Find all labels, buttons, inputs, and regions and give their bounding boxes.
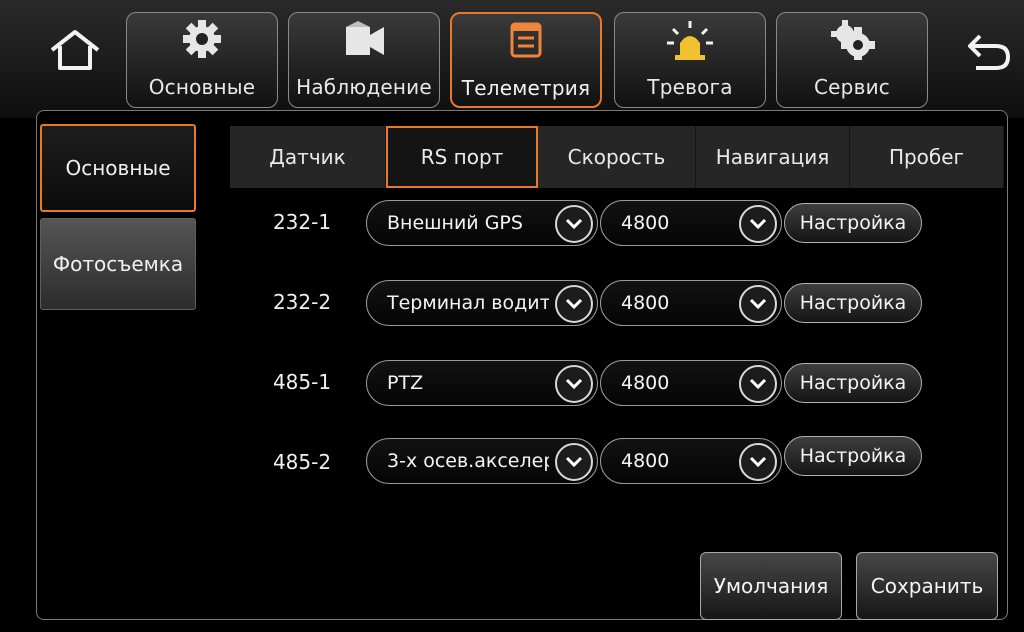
device-value: PTZ: [387, 372, 424, 394]
tab-basic[interactable]: Основные: [126, 12, 278, 108]
port-label: 485-2: [272, 450, 332, 474]
chevron-down-icon[interactable]: [739, 205, 777, 243]
baud-value: 4800: [621, 450, 670, 472]
home-button[interactable]: [42, 26, 108, 76]
device-select[interactable]: Внешний GPS: [366, 200, 598, 246]
gears-icon: [831, 20, 875, 60]
gear-icon: [183, 20, 221, 58]
save-button[interactable]: Сохранить: [856, 552, 998, 620]
device-select[interactable]: PTZ: [366, 360, 598, 406]
setup-button[interactable]: Настройка: [784, 436, 922, 476]
chevron-down-icon[interactable]: [739, 365, 777, 403]
subtab-navigation[interactable]: Навигация: [696, 126, 850, 188]
telemetry-icon: [510, 22, 542, 58]
alarm-light-icon: [667, 21, 713, 60]
port-label: 485-1: [272, 370, 332, 394]
tab-surveillance[interactable]: Наблюдение: [288, 12, 440, 108]
port-label: 232-2: [272, 290, 332, 314]
home-icon: [50, 30, 100, 70]
sidebar-item-basic[interactable]: Основные: [40, 124, 196, 212]
subtab-rs-port[interactable]: RS порт: [386, 126, 538, 188]
device-select[interactable]: 3-х осев.акселерометр: [366, 438, 598, 484]
chevron-down-icon[interactable]: [555, 205, 593, 243]
subtab-speed[interactable]: Скорость: [538, 126, 696, 188]
chevron-down-icon[interactable]: [555, 365, 593, 403]
baud-value: 4800: [621, 372, 670, 394]
tab-label: Основные: [148, 75, 256, 99]
tab-label: Тревога: [647, 75, 733, 99]
tab-telemetry[interactable]: Телеметрия: [450, 12, 602, 108]
chevron-down-icon[interactable]: [739, 443, 777, 481]
device-value: Внешний GPS: [387, 212, 523, 234]
baud-value: 4800: [621, 292, 670, 314]
subtab-mileage[interactable]: Пробег: [850, 126, 1004, 188]
setup-button[interactable]: Настройка: [784, 203, 922, 243]
tab-service[interactable]: Сервис: [776, 12, 928, 108]
tab-label: Сервис: [814, 75, 890, 99]
chevron-down-icon[interactable]: [555, 285, 593, 323]
back-arrow-icon: [968, 34, 1011, 70]
baud-select[interactable]: 4800: [600, 200, 782, 246]
setup-button[interactable]: Настройка: [784, 283, 922, 323]
device-value: Терминал водителя: [387, 292, 549, 314]
video-camera-icon: [346, 21, 384, 55]
port-label: 232-1: [272, 210, 332, 234]
tab-alarm[interactable]: Тревога: [614, 12, 766, 108]
baud-select[interactable]: 4800: [600, 360, 782, 406]
device-value: 3-х осев.акселерометр: [387, 450, 549, 472]
baud-select[interactable]: 4800: [600, 280, 782, 326]
chevron-down-icon[interactable]: [555, 443, 593, 481]
device-select[interactable]: Терминал водителя: [366, 280, 598, 326]
back-button[interactable]: [960, 26, 1016, 76]
tab-label: Наблюдение: [296, 75, 432, 99]
baud-value: 4800: [621, 212, 670, 234]
tab-label: Телеметрия: [461, 76, 591, 100]
subtab-sensor[interactable]: Датчик: [230, 126, 386, 188]
baud-select[interactable]: 4800: [600, 438, 782, 484]
chevron-down-icon[interactable]: [739, 285, 777, 323]
setup-button[interactable]: Настройка: [784, 363, 922, 403]
sidebar-item-photo[interactable]: Фотосъемка: [40, 218, 196, 310]
default-button[interactable]: Умолчания: [700, 552, 842, 620]
